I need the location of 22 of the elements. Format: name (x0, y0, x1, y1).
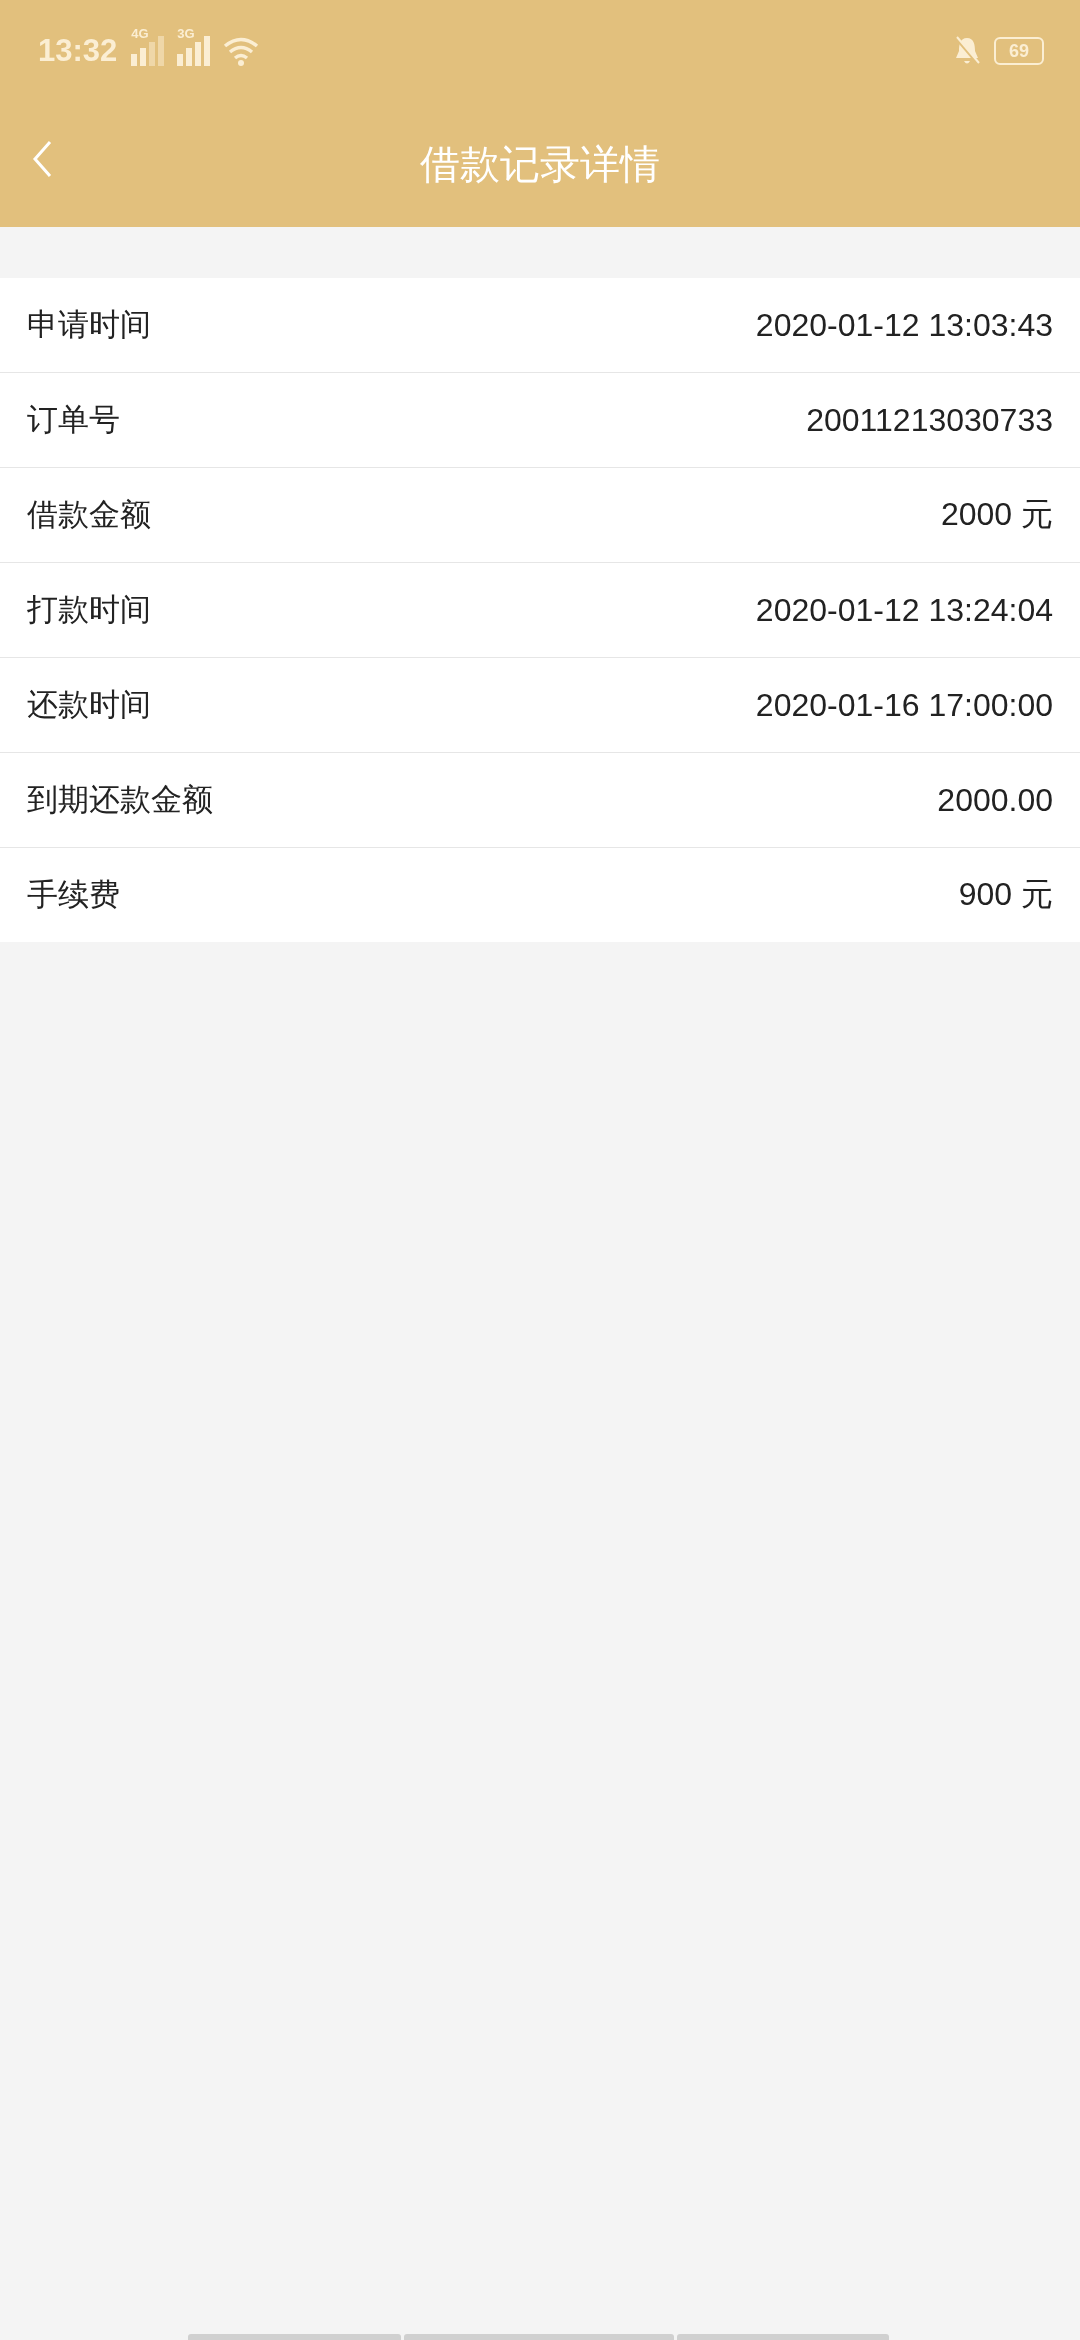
detail-value: 2000.00 (937, 781, 1053, 819)
detail-label: 订单号 (27, 400, 120, 439)
detail-value: 2020-01-16 17:00:00 (755, 686, 1053, 724)
battery-icon: 69 (994, 37, 1044, 65)
detail-value: 2000 元 (940, 495, 1053, 534)
bell-off-icon (954, 36, 980, 66)
status-time: 13:32 (38, 33, 118, 69)
detail-value: 2020-01-12 13:24:04 (755, 591, 1053, 629)
detail-label: 手续费 (27, 875, 120, 914)
detail-label: 打款时间 (27, 590, 151, 629)
page-title: 借款记录详情 (420, 140, 660, 189)
detail-label: 申请时间 (27, 305, 151, 344)
back-icon (32, 140, 52, 178)
detail-label: 借款金额 (27, 495, 151, 534)
wifi-icon (223, 36, 260, 66)
detail-value: 2020-01-12 13:03:43 (755, 306, 1053, 344)
detail-value: 20011213030733 (806, 401, 1053, 439)
detail-label: 到期还款金额 (27, 780, 213, 819)
detail-label: 还款时间 (27, 685, 151, 724)
network-label: 3G (177, 26, 195, 41)
network-label: 4G (131, 26, 149, 41)
detail-value: 900 元 (958, 875, 1053, 914)
